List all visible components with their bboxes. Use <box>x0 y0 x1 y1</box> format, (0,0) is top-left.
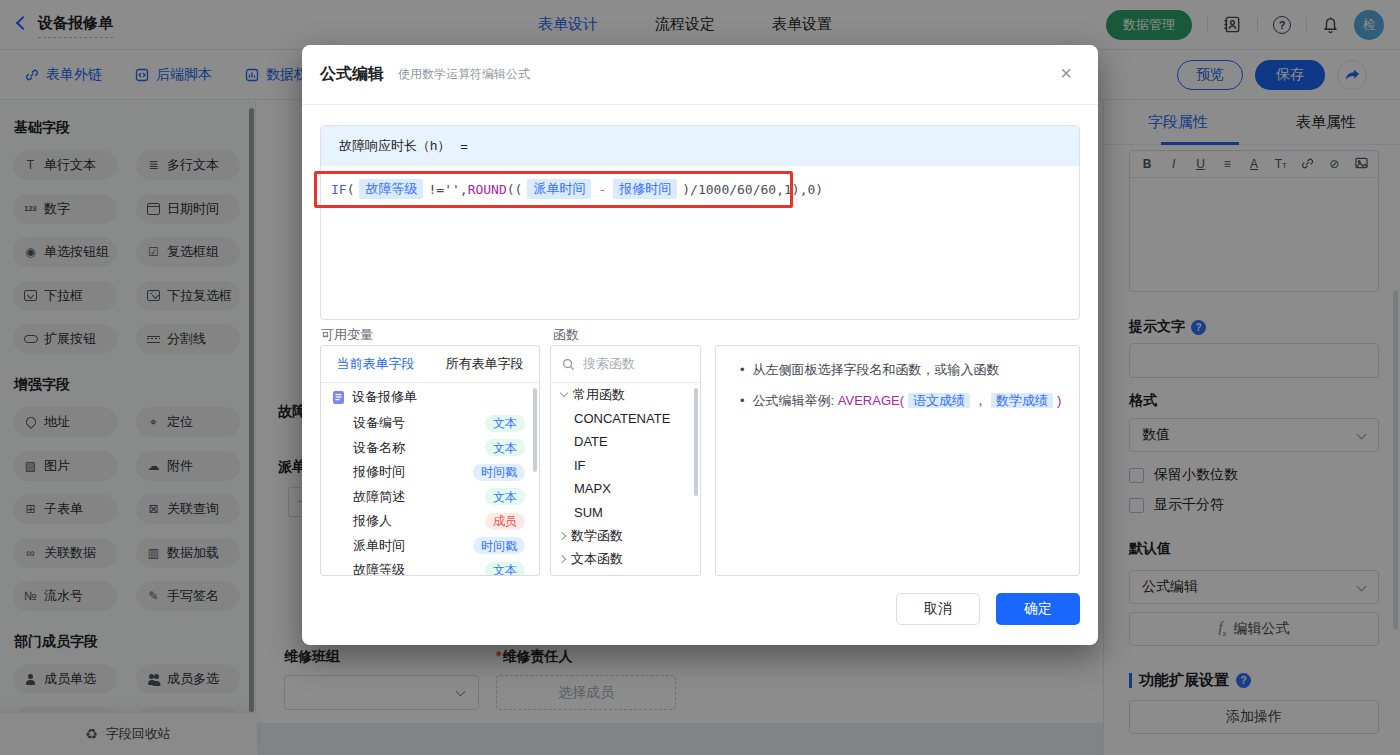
form-root-node[interactable]: 设备报修单 <box>321 383 539 411</box>
function-group-expanded[interactable]: 常用函数 <box>551 383 700 407</box>
function-item[interactable]: MAPX <box>551 477 700 501</box>
functions-panel: 搜索函数 常用函数 CONCATENATEDATEIFMAPXSUM 数学函数文本函… <box>550 345 701 576</box>
formula-edit-modal: 公式编辑 使用数学运算符编辑公式 × 故障响应时长（h） = IF(故障等级!=… <box>302 45 1098 645</box>
variable-name: 派单时间 <box>353 537 405 555</box>
annotation-red-box <box>314 171 793 208</box>
function-group-name: 文本函数 <box>571 550 623 568</box>
variable-row[interactable]: 故障等级 文本 <box>321 558 539 576</box>
function-rows: 常用函数 CONCATENATEDATEIFMAPXSUM 数学函数文本函数 <box>551 383 700 571</box>
variable-type-tag: 文本 <box>485 488 525 505</box>
function-item[interactable]: IF <box>551 454 700 478</box>
variable-row[interactable]: 报修时间 时间戳 <box>321 460 539 485</box>
function-item[interactable]: CONCATENATE <box>551 407 700 431</box>
variable-name: 设备编号 <box>353 414 405 432</box>
close-icon[interactable]: × <box>1054 61 1078 85</box>
variable-row[interactable]: 设备名称 文本 <box>321 436 539 461</box>
variable-row[interactable]: 故障简述 文本 <box>321 485 539 510</box>
variable-name: 设备名称 <box>353 439 405 457</box>
form-doc-icon <box>333 391 345 404</box>
functions-label: 函数 <box>553 326 579 344</box>
function-group-name: 常用函数 <box>573 386 625 404</box>
variables-label: 可用变量 <box>321 326 373 344</box>
variable-type-tag: 时间戳 <box>473 464 525 481</box>
variable-name: 报修人 <box>353 512 392 530</box>
variables-scrollbar[interactable] <box>533 388 537 472</box>
variable-type-tag: 时间戳 <box>473 537 525 554</box>
variables-panel: 当前表单字段 所有表单字段 设备报修单 设备编号文本设备名称文本报修时间时间戳故… <box>320 345 540 576</box>
tab-all-form-fields[interactable]: 所有表单字段 <box>430 346 539 382</box>
variable-rows: 设备编号文本设备名称文本报修时间时间戳故障简述文本报修人成员派单时间时间戳故障等… <box>321 411 539 576</box>
tab-current-form-fields[interactable]: 当前表单字段 <box>321 346 430 382</box>
functions-scrollbar[interactable] <box>694 388 698 496</box>
variable-name: 故障等级 <box>353 561 405 576</box>
help-line-1: 从左侧面板选择字段名和函数，或输入函数 <box>726 360 1063 380</box>
cancel-button[interactable]: 取消 <box>896 593 980 625</box>
variable-type-tag: 成员 <box>485 513 525 530</box>
function-search[interactable]: 搜索函数 <box>551 346 700 383</box>
variable-row[interactable]: 派单时间 时间戳 <box>321 534 539 559</box>
formula-target-bar: 故障响应时长（h） = <box>321 126 1079 166</box>
help-line-2: 公式编辑举例: AVERAGE(语文成绩，数学成绩) <box>726 391 1063 411</box>
search-placeholder: 搜索函数 <box>583 355 635 373</box>
modal-title: 公式编辑 <box>320 64 384 85</box>
search-icon <box>562 358 575 371</box>
function-item[interactable]: SUM <box>551 501 700 525</box>
function-group-name: 数学函数 <box>571 527 623 545</box>
variable-type-tag: 文本 <box>485 439 525 456</box>
formula-editor[interactable]: 故障响应时长（h） = IF(故障等级!='',ROUND((派单时间-报修时间… <box>320 125 1080 320</box>
variable-name: 故障简述 <box>353 488 405 506</box>
function-group-collapsed[interactable]: 数学函数 <box>551 524 700 548</box>
variable-type-tag: 文本 <box>485 562 525 576</box>
ok-button[interactable]: 确定 <box>996 593 1080 625</box>
chevron-right-icon <box>558 532 566 540</box>
function-group-collapsed[interactable]: 文本函数 <box>551 548 700 572</box>
variable-row[interactable]: 报修人 成员 <box>321 509 539 534</box>
chevron-down-icon <box>560 389 568 397</box>
formula-help-panel: 从左侧面板选择字段名和函数，或输入函数 公式编辑举例: AVERAGE(语文成绩… <box>715 345 1080 576</box>
variable-name: 报修时间 <box>353 463 405 481</box>
modal-subtitle: 使用数学运算符编辑公式 <box>398 66 530 83</box>
chevron-right-icon <box>558 555 566 563</box>
variable-type-tag: 文本 <box>485 415 525 432</box>
variable-row[interactable]: 设备编号 文本 <box>321 411 539 436</box>
function-item[interactable]: DATE <box>551 430 700 454</box>
modal-header: 公式编辑 使用数学运算符编辑公式 × <box>302 45 1098 105</box>
